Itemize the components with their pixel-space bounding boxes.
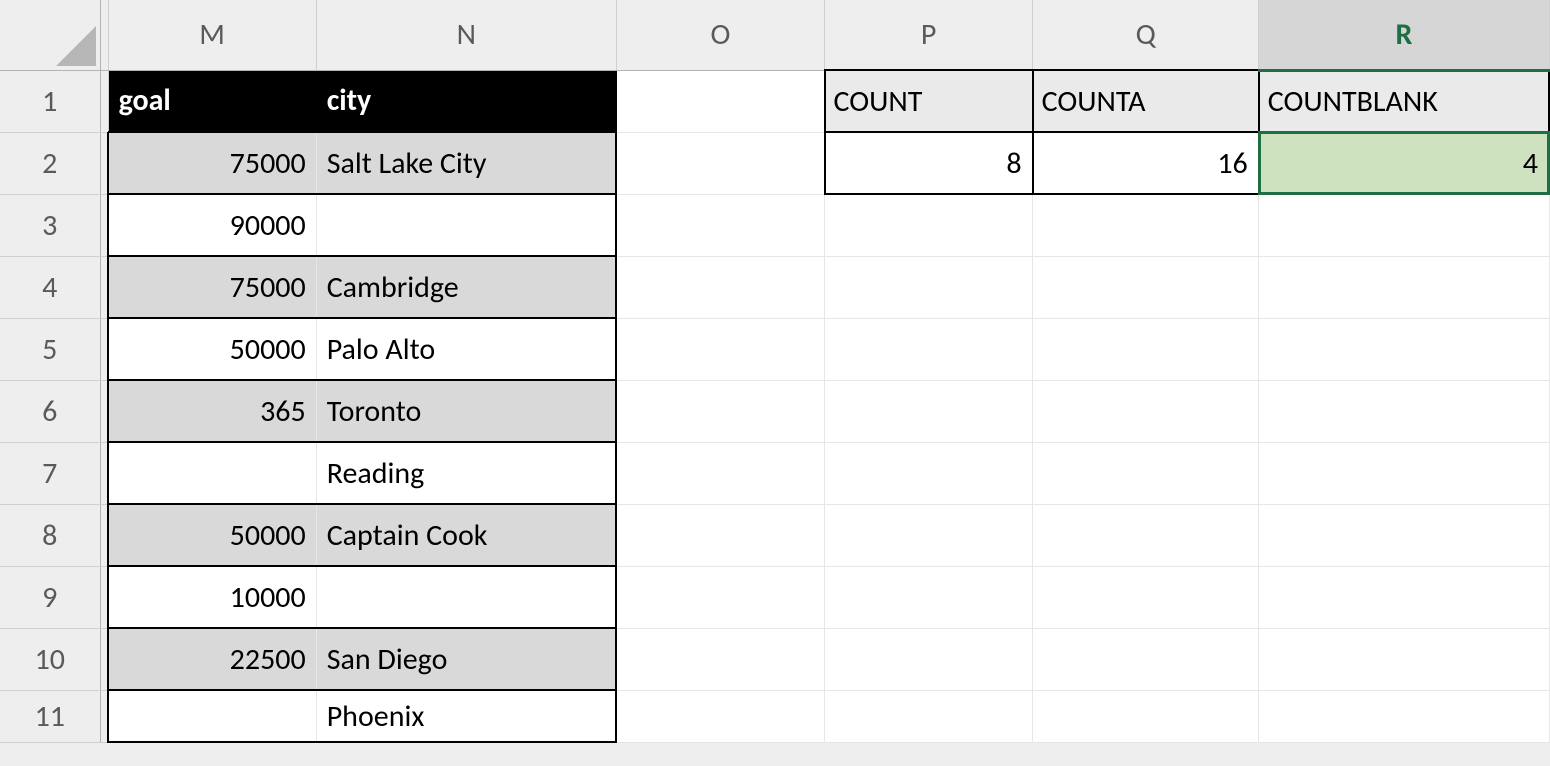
cell-goal[interactable]: 22500 [108, 628, 316, 690]
gap-cell [100, 380, 108, 442]
cell[interactable] [616, 504, 824, 566]
cell[interactable] [825, 628, 1033, 690]
value-count[interactable]: 8 [825, 132, 1033, 194]
row-header[interactable]: 3 [0, 194, 100, 256]
column-header-O[interactable]: O [616, 0, 824, 70]
cell-city[interactable]: Reading [316, 442, 616, 504]
cell-city[interactable]: Palo Alto [316, 318, 616, 380]
cell-city[interactable] [316, 566, 616, 628]
cell[interactable] [1033, 566, 1259, 628]
gap-cell [100, 504, 108, 566]
label-countblank[interactable]: COUNTBLANK [1259, 70, 1549, 132]
table-header-city[interactable]: city [316, 70, 616, 132]
row-header[interactable]: 7 [0, 442, 100, 504]
gap-cell [100, 318, 108, 380]
row-header[interactable]: 9 [0, 566, 100, 628]
column-header-R[interactable]: R [1259, 0, 1549, 70]
row-header[interactable]: 4 [0, 256, 100, 318]
label-count[interactable]: COUNT [825, 70, 1033, 132]
gap-cell [100, 70, 108, 132]
cell[interactable] [825, 690, 1033, 742]
row-header[interactable]: 6 [0, 380, 100, 442]
label-counta[interactable]: COUNTA [1033, 70, 1259, 132]
cell-city[interactable] [316, 194, 616, 256]
row-header[interactable]: 1 [0, 70, 100, 132]
cell[interactable] [1033, 504, 1259, 566]
cell[interactable] [825, 318, 1033, 380]
gap-cell [100, 690, 108, 742]
select-all-triangle[interactable] [0, 0, 100, 70]
cell-goal[interactable]: 10000 [108, 566, 316, 628]
cell[interactable] [1033, 442, 1259, 504]
cell[interactable] [1259, 318, 1549, 380]
cell-O1[interactable] [616, 70, 824, 132]
cell-goal[interactable]: 90000 [108, 194, 316, 256]
cell-city[interactable]: Toronto [316, 380, 616, 442]
cell-goal[interactable]: 50000 [108, 504, 316, 566]
cell[interactable] [616, 628, 824, 690]
cell-city[interactable]: San Diego [316, 628, 616, 690]
cell[interactable] [1259, 690, 1549, 742]
column-header-M[interactable]: M [108, 0, 316, 70]
cell-city[interactable]: Salt Lake City [316, 132, 616, 194]
column-header-P[interactable]: P [825, 0, 1033, 70]
value-counta[interactable]: 16 [1033, 132, 1259, 194]
cell-goal[interactable]: 75000 [108, 256, 316, 318]
gap-cell [100, 256, 108, 318]
cell-goal[interactable]: 50000 [108, 318, 316, 380]
cell[interactable] [825, 566, 1033, 628]
cell[interactable] [1033, 628, 1259, 690]
cell[interactable] [616, 566, 824, 628]
cell[interactable] [616, 318, 824, 380]
row-header[interactable]: 10 [0, 628, 100, 690]
column-header-Q[interactable]: Q [1033, 0, 1259, 70]
cell[interactable] [1259, 380, 1549, 442]
cell[interactable] [825, 256, 1033, 318]
cell[interactable] [1033, 690, 1259, 742]
cell[interactable] [616, 690, 824, 742]
cell-city[interactable]: Phoenix [316, 690, 616, 742]
cell[interactable] [1033, 318, 1259, 380]
cell[interactable] [1259, 194, 1549, 256]
cell[interactable] [616, 442, 824, 504]
cell[interactable] [1033, 256, 1259, 318]
gap-cell [100, 442, 108, 504]
cell[interactable] [1033, 194, 1259, 256]
cell[interactable] [825, 442, 1033, 504]
spreadsheet-grid[interactable]: M N O P Q R 1 goal city COUNT COUNTA COU… [0, 0, 1550, 743]
row-header[interactable]: 2 [0, 132, 100, 194]
cell[interactable] [1259, 628, 1549, 690]
cell[interactable] [1259, 566, 1549, 628]
select-all-icon [52, 22, 96, 66]
column-header-N[interactable]: N [316, 0, 616, 70]
gap-cell [100, 566, 108, 628]
cell[interactable] [1259, 504, 1549, 566]
cell-goal[interactable] [108, 442, 316, 504]
cell[interactable] [825, 380, 1033, 442]
column-header-gap[interactable] [100, 0, 108, 70]
cell-city[interactable]: Cambridge [316, 256, 616, 318]
value-countblank[interactable]: 4 [1259, 132, 1549, 194]
cell-city[interactable]: Captain Cook [316, 504, 616, 566]
cell[interactable] [1259, 256, 1549, 318]
gap-cell [100, 628, 108, 690]
table-header-goal[interactable]: goal [108, 70, 316, 132]
cell-O2[interactable] [616, 132, 824, 194]
cell[interactable] [616, 256, 824, 318]
gap-cell [100, 132, 108, 194]
cell-goal[interactable] [108, 690, 316, 742]
row-header[interactable]: 5 [0, 318, 100, 380]
row-header[interactable]: 8 [0, 504, 100, 566]
cell[interactable] [616, 380, 824, 442]
spreadsheet-viewport: M N O P Q R 1 goal city COUNT COUNTA COU… [0, 0, 1550, 766]
cell-goal[interactable]: 365 [108, 380, 316, 442]
gap-cell [100, 194, 108, 256]
cell[interactable] [825, 194, 1033, 256]
cell[interactable] [825, 504, 1033, 566]
cell-goal[interactable]: 75000 [108, 132, 316, 194]
cell[interactable] [1033, 380, 1259, 442]
row-header[interactable]: 11 [0, 690, 100, 742]
cell[interactable] [1259, 442, 1549, 504]
cell[interactable] [616, 194, 824, 256]
